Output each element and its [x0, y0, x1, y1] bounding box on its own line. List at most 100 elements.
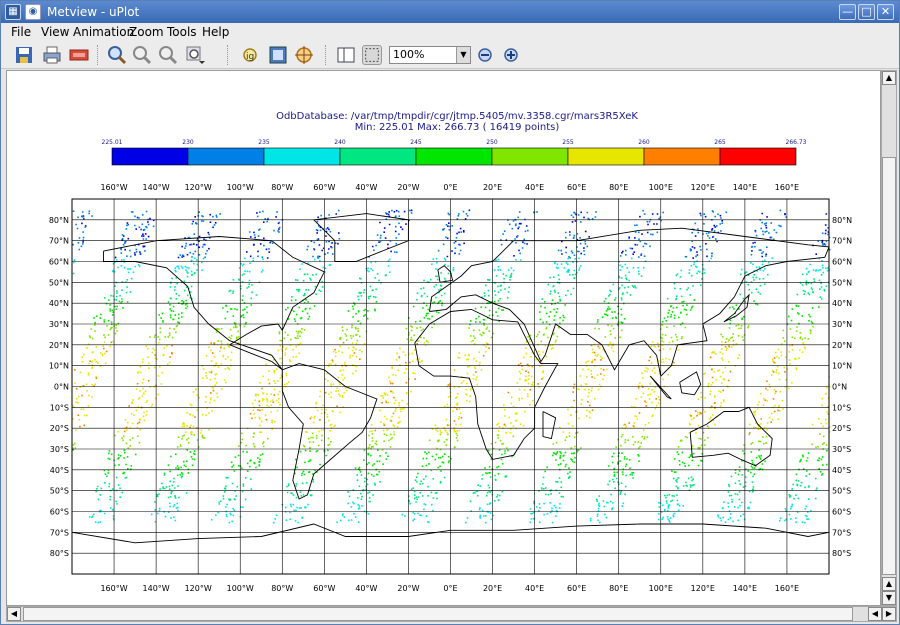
- zoom-out-icon[interactable]: [132, 45, 152, 65]
- lat-label-left: 60°S: [50, 508, 69, 517]
- zoom-minus-icon[interactable]: [475, 45, 495, 65]
- map-plot[interactable]: OdbDatabase: /var/tmp/tmpdir/cgr/jtmp.54…: [7, 71, 881, 606]
- observation-point-set: [72, 272, 830, 503]
- close-button[interactable]: ✕: [877, 4, 894, 20]
- lat-label-right: 80°N: [832, 216, 852, 225]
- lon-label-top: 100°W: [227, 183, 254, 192]
- menu-zoom[interactable]: Zoom: [129, 24, 164, 40]
- lon-label-top: 0°E: [443, 183, 457, 192]
- lat-label-left: 0°N: [54, 383, 69, 392]
- menu-animation[interactable]: Animation: [73, 24, 134, 40]
- lat-label-right: 50°S: [832, 487, 851, 496]
- lon-label-bottom: 20°W: [397, 584, 419, 593]
- lon-label-bottom: 80°E: [609, 584, 628, 593]
- colorbar-box: [491, 147, 569, 166]
- scroll-up-button[interactable]: ▲: [882, 71, 896, 85]
- lon-label-top: 40°W: [355, 183, 377, 192]
- lon-label-bottom: 160°E: [775, 584, 799, 593]
- colorbar-label: 230: [182, 139, 194, 146]
- title-bar[interactable]: ▦ ◉ Metview - uPlot — □ ✕: [1, 1, 899, 23]
- frame-select-icon[interactable]: [362, 45, 382, 65]
- colorbar-label: 265: [714, 139, 726, 146]
- lat-label-left: 20°N: [49, 341, 69, 350]
- colorbar-box: [263, 147, 341, 166]
- menu-tools[interactable]: Tools: [167, 24, 197, 40]
- lon-label-top: 140°E: [733, 183, 757, 192]
- coastline: [414, 308, 559, 460]
- lat-label-right: 40°S: [832, 466, 851, 475]
- lat-label-right: 60°N: [832, 258, 852, 267]
- export-icon[interactable]: [69, 45, 89, 65]
- toolbar-separator: [97, 45, 99, 65]
- lon-label-bottom: 60°E: [567, 584, 586, 593]
- zoom-reset-icon[interactable]: [158, 45, 178, 65]
- colorbar-box: [719, 147, 797, 166]
- lon-label-top: 160°E: [775, 183, 799, 192]
- lat-label-right: 10°N: [832, 362, 852, 371]
- lon-label-top: 20°E: [483, 183, 502, 192]
- scroll-down-button[interactable]: ▼: [882, 591, 896, 605]
- scroll-up-button-lower[interactable]: ▲: [882, 577, 896, 591]
- zoom-level-select[interactable]: 100% ▼: [389, 46, 471, 64]
- magnifier-icon[interactable]: ig: [239, 45, 259, 65]
- lon-label-bottom: 40°W: [355, 584, 377, 593]
- lat-label-left: 40°S: [50, 466, 69, 475]
- observation-point-set: [81, 209, 830, 259]
- lat-label-right: 20°N: [832, 341, 852, 350]
- lon-label-top: 120°E: [691, 183, 715, 192]
- plot-canvas[interactable]: OdbDatabase: /var/tmp/tmpdir/cgr/jtmp.54…: [6, 70, 881, 606]
- colorbar-box: [643, 147, 721, 166]
- menu-help[interactable]: Help: [202, 24, 229, 40]
- lon-label-top: 80°W: [271, 183, 293, 192]
- menu-view[interactable]: View: [41, 24, 69, 40]
- sidebar-toggle-icon[interactable]: [336, 45, 356, 65]
- observation-points: [72, 209, 831, 524]
- colorbar-box: [111, 147, 189, 166]
- lat-label-left: 30°N: [49, 320, 69, 329]
- area-select-icon[interactable]: [268, 45, 288, 65]
- coastline: [542, 411, 557, 440]
- colorbar-label: 260: [638, 139, 650, 146]
- lat-label-left: 80°N: [49, 216, 69, 225]
- coastline: [312, 213, 409, 262]
- horizontal-scrollbar[interactable]: ◀ ◀ ▶: [6, 606, 897, 622]
- colorbar-label: 235: [258, 139, 270, 146]
- lat-label-right: 70°N: [832, 237, 852, 246]
- print-icon[interactable]: [42, 45, 62, 65]
- scroll-left-button[interactable]: ◀: [7, 607, 21, 621]
- vertical-scrollbar[interactable]: ▲ ▲ ▼: [881, 70, 897, 606]
- lon-label-top: 120°W: [185, 183, 212, 192]
- zoom-plus-icon[interactable]: [501, 45, 521, 65]
- horizontal-scroll-thumb[interactable]: [23, 607, 853, 621]
- zoom-in-icon[interactable]: [107, 45, 127, 65]
- scroll-left-button-right[interactable]: ◀: [868, 607, 882, 621]
- lon-label-bottom: 100°W: [227, 584, 254, 593]
- maximize-button[interactable]: □: [858, 4, 875, 20]
- colorbar-label: 245: [410, 139, 422, 146]
- lon-label-top: 20°W: [397, 183, 419, 192]
- lat-label-right: 20°S: [832, 424, 851, 433]
- app-menu-icon[interactable]: ▦: [5, 4, 21, 20]
- cursor-data-icon[interactable]: [294, 45, 314, 65]
- colorbar-label: 240: [334, 139, 346, 146]
- vertical-scroll-thumb[interactable]: [882, 157, 896, 575]
- chevron-down-icon[interactable]: ▼: [456, 47, 470, 63]
- toolbar: ig 100% ▼: [1, 41, 899, 69]
- lat-label-left: 70°S: [50, 528, 69, 537]
- observation-point-set: [72, 340, 831, 434]
- menu-file[interactable]: File: [11, 24, 31, 40]
- save-icon[interactable]: [14, 45, 34, 65]
- lon-label-top: 80°E: [609, 183, 628, 192]
- lat-label-right: 50°N: [832, 278, 852, 287]
- minimize-button[interactable]: —: [839, 4, 856, 20]
- lat-label-right: 70°S: [832, 528, 851, 537]
- lat-label-left: 60°N: [49, 258, 69, 267]
- lon-label-bottom: 120°W: [185, 584, 212, 593]
- lat-label-right: 30°S: [832, 445, 851, 454]
- lat-label-right: 10°S: [832, 403, 851, 412]
- lat-label-right: 30°N: [832, 320, 852, 329]
- scroll-right-button[interactable]: ▶: [882, 607, 896, 621]
- observation-point-set: [73, 257, 831, 524]
- zoom-stack-icon[interactable]: [185, 45, 205, 65]
- lat-label-right: 80°S: [832, 549, 851, 558]
